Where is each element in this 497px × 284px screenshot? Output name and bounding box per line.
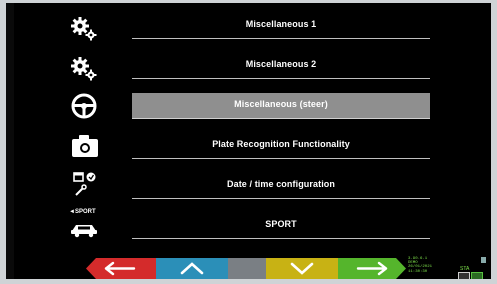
status-panel: 3.90.6.1 DEMO 26/01/2021 11:30:30 STA [408,257,488,279]
menu-item-miscellaneous-steer[interactable]: Miscellaneous (steer) [132,93,430,119]
menu-item-date-time[interactable]: Date / time configuration [132,173,430,199]
steering-wheel-icon [68,91,102,121]
battery-icon [471,272,483,279]
indicator-icon [481,257,486,263]
camera-icon [68,131,102,161]
arrow-right-icon [338,258,406,279]
chevron-down-icon [266,258,338,279]
up-button[interactable] [156,258,228,279]
menu-item-label: Miscellaneous (steer) [234,99,328,109]
bottom-toolbar [86,258,406,279]
menu-item-label: Miscellaneous 1 [245,19,317,29]
forward-button[interactable] [338,258,406,279]
left-edge [6,3,14,279]
status-time: 11:30:30 [408,269,428,274]
blank-button[interactable] [228,258,266,279]
divider [132,238,430,239]
calendar-clock-wrench-icon [68,169,102,199]
arrow-left-icon [86,258,156,279]
sport-car-icon: ◄SPORT [68,209,102,241]
screen: Miscellaneous 1 Miscellaneous 2 Miscella… [6,3,491,279]
menu-item-miscellaneous-1[interactable]: Miscellaneous 1 [132,13,430,39]
gears-icon [68,54,102,84]
back-button[interactable] [86,258,156,279]
sport-icon-text: ◄SPORT [69,209,96,215]
divider [132,158,430,159]
status-date: 26/01/2021 [408,265,433,270]
divider [132,38,430,39]
menu-item-miscellaneous-2[interactable]: Miscellaneous 2 [132,53,430,79]
menu-item-label: Plate Recognition Functionality [212,139,350,149]
menu-item-label: Date / time configuration [226,179,335,189]
menu-item-plate-recognition[interactable]: Plate Recognition Functionality [132,133,430,159]
divider [132,118,430,119]
chevron-up-icon [156,258,228,279]
divider [132,198,430,199]
status-text: 3.90.6.1 DEMO 26/01/2021 11:30:30 [408,257,432,274]
printer-icon [458,272,470,279]
menu-item-sport[interactable]: SPORT [132,213,430,239]
down-button[interactable] [266,258,338,279]
menu-item-label: SPORT [265,219,297,229]
menu-item-label: Miscellaneous 2 [245,59,317,69]
gears-icon [68,14,102,44]
divider [132,78,430,79]
